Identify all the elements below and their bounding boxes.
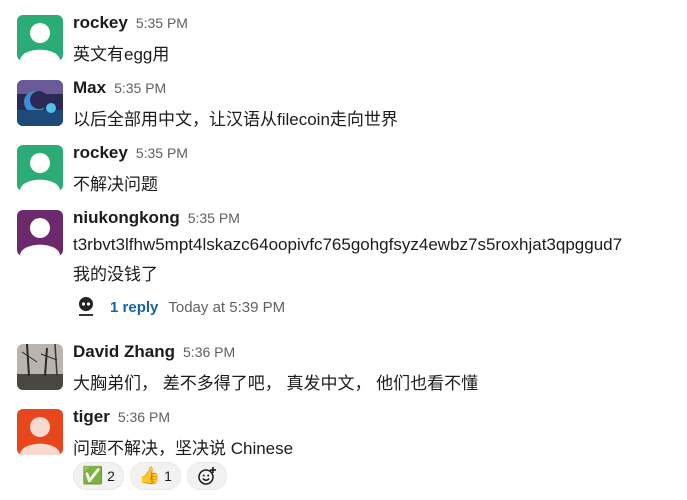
timestamp[interactable]: 5:35 PM xyxy=(188,210,240,226)
reply-count-link[interactable]: 1 reply xyxy=(110,299,158,316)
message-text: 英文有egg用 xyxy=(73,45,170,64)
avatar[interactable] xyxy=(17,409,63,455)
avatar[interactable] xyxy=(17,210,63,256)
message-text: 以后全部用中文，让汉语从filecoin走向世界 xyxy=(73,110,398,129)
thread-summary[interactable]: 1 reply Today at 5:39 PM xyxy=(73,292,285,322)
reactions-bar: ✅ 2 👍 1 xyxy=(73,462,227,490)
author-name[interactable]: David Zhang xyxy=(73,342,175,361)
timestamp[interactable]: 5:36 PM xyxy=(118,409,170,425)
author-name[interactable]: rockey xyxy=(73,13,128,32)
author-name[interactable]: Max xyxy=(73,78,106,97)
author-name[interactable]: rockey xyxy=(73,143,128,162)
reaction-count: 1 xyxy=(164,468,172,484)
reaction-count: 2 xyxy=(107,468,115,484)
timestamp[interactable]: 5:36 PM xyxy=(183,344,235,360)
message-text: 不解决问题 xyxy=(73,175,158,194)
message-text: t3rbvt3lfhw5mpt4lskazc64oopivfc765gohgfs… xyxy=(73,235,623,254)
avatar[interactable] xyxy=(17,15,63,61)
add-reaction-button[interactable] xyxy=(186,462,227,490)
message-text: 我的没钱了 xyxy=(73,265,158,284)
last-reply-time: Today at 5:39 PM xyxy=(168,298,286,316)
reaction-thumbs-up[interactable]: 👍 1 xyxy=(129,462,181,490)
timestamp[interactable]: 5:35 PM xyxy=(114,80,166,96)
avatar[interactable] xyxy=(17,344,63,390)
check-mark-icon: ✅ xyxy=(82,466,104,486)
author-name[interactable]: niukongkong xyxy=(73,208,180,227)
reply-avatar xyxy=(73,294,99,320)
reaction-check-mark[interactable]: ✅ 2 xyxy=(73,462,124,490)
timestamp[interactable]: 5:35 PM xyxy=(136,145,188,161)
avatar[interactable] xyxy=(17,145,63,191)
author-name[interactable]: tiger xyxy=(73,407,110,426)
message-text: 大胸弟们， 差不多得了吧， 真发中文， 他们也看不懂 xyxy=(73,374,479,393)
message-text: 问题不解决，坚决说 Chinese xyxy=(73,439,294,458)
thumbs-up-icon: 👍 xyxy=(138,466,161,486)
timestamp[interactable]: 5:35 PM xyxy=(136,15,188,31)
avatar[interactable] xyxy=(17,80,63,126)
add-emoji-icon xyxy=(198,467,216,485)
